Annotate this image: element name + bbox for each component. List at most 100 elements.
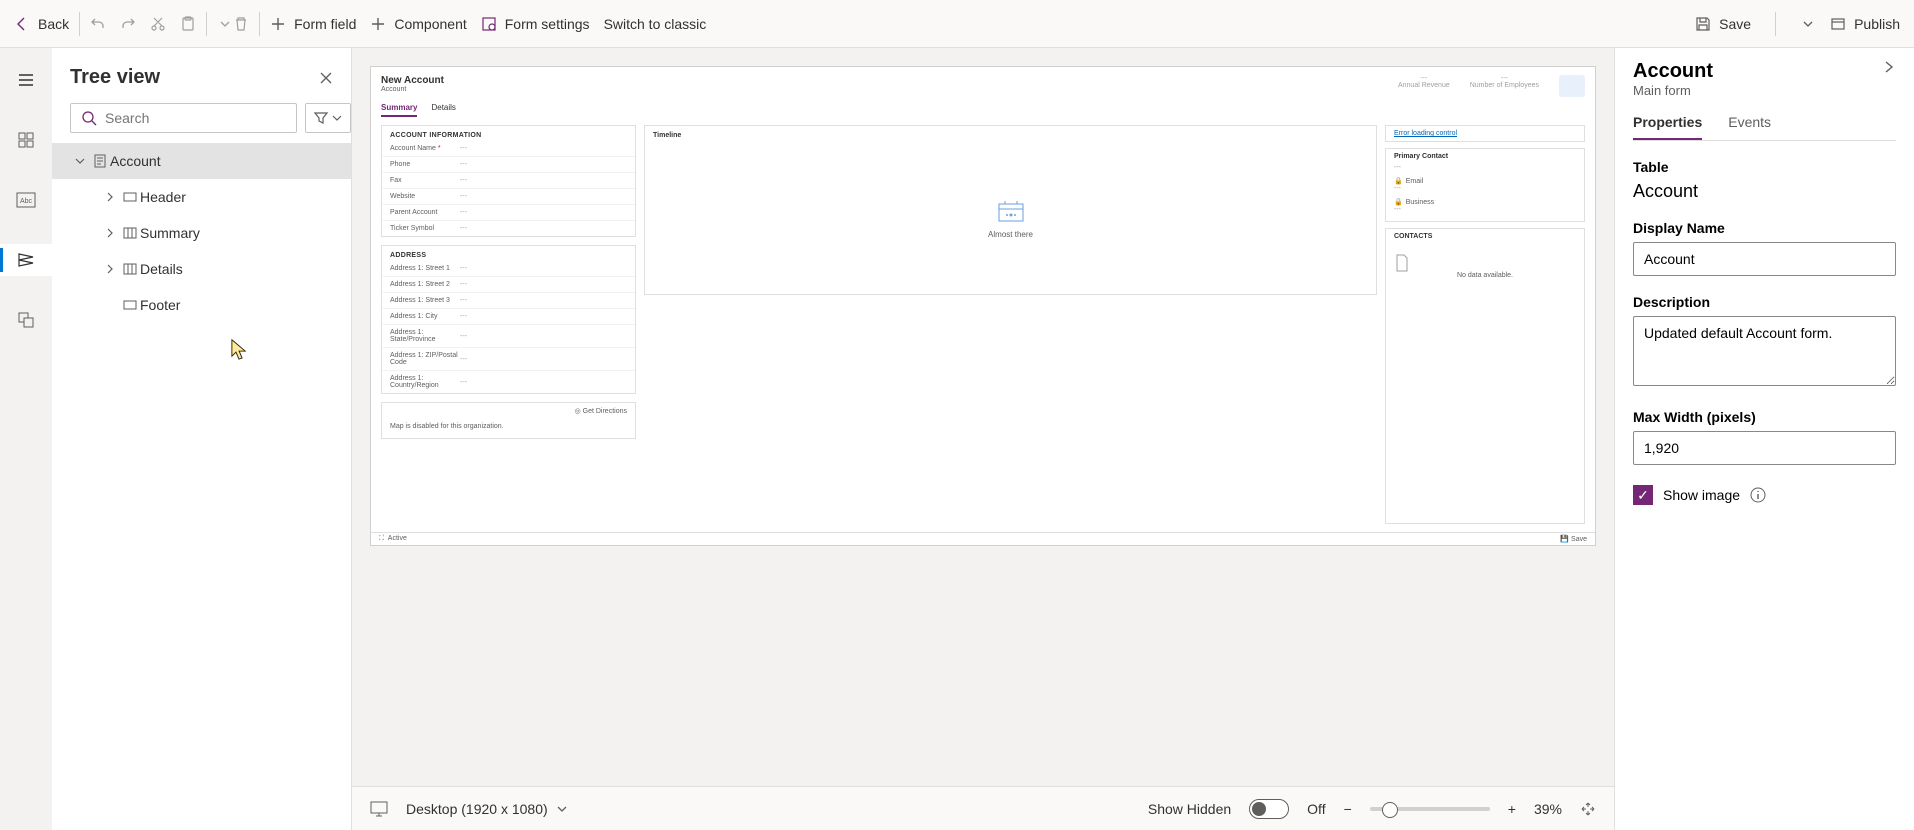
form-settings-icon	[481, 16, 497, 32]
rail-components[interactable]	[0, 124, 52, 156]
form-field-row[interactable]: Parent Account---	[382, 204, 635, 220]
show-hidden-label: Show Hidden	[1148, 801, 1231, 817]
tree-close-button[interactable]	[319, 71, 333, 85]
fit-icon[interactable]	[1580, 801, 1596, 817]
form-field-row[interactable]: Address 1: ZIP/Postal Code---	[382, 347, 635, 370]
tree-search-box[interactable]	[70, 103, 297, 133]
publish-label: Publish	[1854, 16, 1900, 32]
form-preview[interactable]: New Account Account ---Annual Revenue --…	[370, 66, 1596, 546]
form-field-row[interactable]: Address 1: Country/Region---	[382, 370, 635, 393]
form-field-row[interactable]: Address 1: City---	[382, 308, 635, 324]
search-icon	[81, 110, 97, 126]
viewport-label: Desktop (1920 x 1080)	[406, 801, 548, 817]
zoom-in-button[interactable]: +	[1508, 801, 1516, 817]
form-tab-details[interactable]: Details	[431, 103, 455, 117]
form-field-row[interactable]: Account Name*---	[382, 141, 635, 156]
section-icon	[120, 300, 140, 310]
paste-button[interactable]	[180, 16, 196, 32]
back-button[interactable]: Back	[14, 16, 69, 32]
chevron-down-icon	[217, 16, 233, 32]
save-button[interactable]: Save	[1695, 16, 1751, 32]
form-field-row[interactable]: Address 1: Street 3---	[382, 292, 635, 308]
zoom-slider[interactable]	[1370, 807, 1490, 811]
tree-node-label: Details	[140, 261, 183, 277]
redo-button[interactable]	[120, 16, 136, 32]
filter-icon	[314, 111, 328, 125]
form-field-row[interactable]: Address 1: Street 1---	[382, 261, 635, 276]
props-tab-properties[interactable]: Properties	[1633, 114, 1702, 140]
publish-icon	[1830, 16, 1846, 32]
rail-tree-view[interactable]	[0, 244, 52, 276]
back-label: Back	[38, 16, 69, 32]
info-icon[interactable]	[1750, 487, 1766, 503]
tree-search-input[interactable]	[105, 110, 286, 126]
chevron-right-icon	[100, 264, 120, 274]
description-input[interactable]	[1633, 316, 1896, 386]
form-field-row[interactable]: Address 1: Street 2---	[382, 276, 635, 292]
tree-node-summary[interactable]: Summary	[52, 215, 351, 251]
toggle-off-label: Off	[1307, 801, 1325, 817]
section-timeline[interactable]: Timeline Almost there	[644, 125, 1377, 295]
cut-button[interactable]	[150, 16, 166, 32]
plus-icon	[370, 16, 386, 32]
rail-hamburger[interactable]	[0, 64, 52, 96]
undo-icon	[90, 16, 106, 32]
tree-filter-button[interactable]	[305, 103, 351, 133]
form-tab-summary[interactable]: Summary	[381, 103, 417, 117]
properties-panel: Account Main form Properties Events Tabl…	[1614, 48, 1914, 830]
save-icon[interactable]: 💾	[1560, 536, 1569, 543]
redo-icon	[120, 16, 136, 32]
viewport-selector[interactable]: Desktop (1920 x 1080)	[406, 801, 568, 817]
tree-node-label: Header	[140, 189, 186, 205]
monitor-icon	[370, 801, 388, 817]
plus-icon	[270, 16, 286, 32]
tree-node-footer[interactable]: Footer	[52, 287, 351, 323]
save-label: Save	[1719, 16, 1751, 32]
undo-button[interactable]	[90, 16, 106, 32]
section-address[interactable]: ADDRESS Address 1: Street 1---Address 1:…	[381, 245, 636, 394]
component-button[interactable]: Component	[370, 16, 466, 32]
section-directions[interactable]: ◎ Get Directions Map is disabled for thi…	[381, 402, 636, 439]
rail-other[interactable]	[0, 304, 52, 336]
maxwidth-input[interactable]	[1633, 431, 1896, 465]
lock-icon: 🔒	[1394, 177, 1403, 185]
form-field-row[interactable]: Website---	[382, 188, 635, 204]
form-field-row[interactable]: Ticker Symbol---	[382, 220, 635, 236]
form-settings-button[interactable]: Form settings	[481, 16, 590, 32]
lock-icon: 🔒	[1394, 198, 1403, 206]
form-field-row[interactable]: Phone---	[382, 156, 635, 172]
error-loading-control[interactable]: Error loading control	[1385, 125, 1585, 142]
section-primary-contact[interactable]: Primary Contact --- 🔒Email --- 🔒Business…	[1385, 148, 1585, 222]
tree-node-label: Footer	[140, 297, 180, 313]
section-contacts[interactable]: CONTACTS No data available.	[1385, 228, 1585, 524]
show-image-checkbox[interactable]: ✓	[1633, 485, 1653, 505]
props-expand-button[interactable]	[1882, 60, 1896, 74]
form-icon	[90, 154, 110, 168]
tree-title: Tree view	[70, 66, 160, 89]
tree-node-header[interactable]: Header	[52, 179, 351, 215]
tree-node-details[interactable]: Details	[52, 251, 351, 287]
delete-button[interactable]	[233, 16, 249, 32]
tree-panel: Tree view Account Header	[52, 48, 352, 830]
zoom-out-button[interactable]: −	[1344, 801, 1352, 817]
chevron-down-icon	[332, 113, 342, 123]
props-tab-events[interactable]: Events	[1728, 114, 1771, 140]
tree-node-account[interactable]: Account	[52, 143, 351, 179]
save-icon	[1695, 16, 1711, 32]
status-bar: Desktop (1920 x 1080) Show Hidden Off − …	[352, 786, 1614, 830]
rail-abc[interactable]: Abc	[0, 184, 52, 216]
form-field-row[interactable]: Address 1: State/Province---	[382, 324, 635, 347]
display-name-input[interactable]	[1633, 242, 1896, 276]
chevron-right-icon	[100, 192, 120, 202]
section-account-info[interactable]: ACCOUNT INFORMATION Account Name*---Phon…	[381, 125, 636, 237]
arrow-left-icon	[14, 16, 30, 32]
svg-text:Abc: Abc	[20, 198, 33, 205]
chevron-menu[interactable]	[217, 16, 233, 32]
save-chevron[interactable]	[1800, 16, 1816, 32]
form-field-button[interactable]: Form field	[270, 16, 356, 32]
show-hidden-toggle[interactable]	[1249, 799, 1289, 819]
switch-classic-button[interactable]: Switch to classic	[604, 16, 707, 32]
publish-button[interactable]: Publish	[1830, 16, 1900, 32]
expand-icon[interactable]: ⛶	[379, 535, 384, 542]
form-field-row[interactable]: Fax---	[382, 172, 635, 188]
